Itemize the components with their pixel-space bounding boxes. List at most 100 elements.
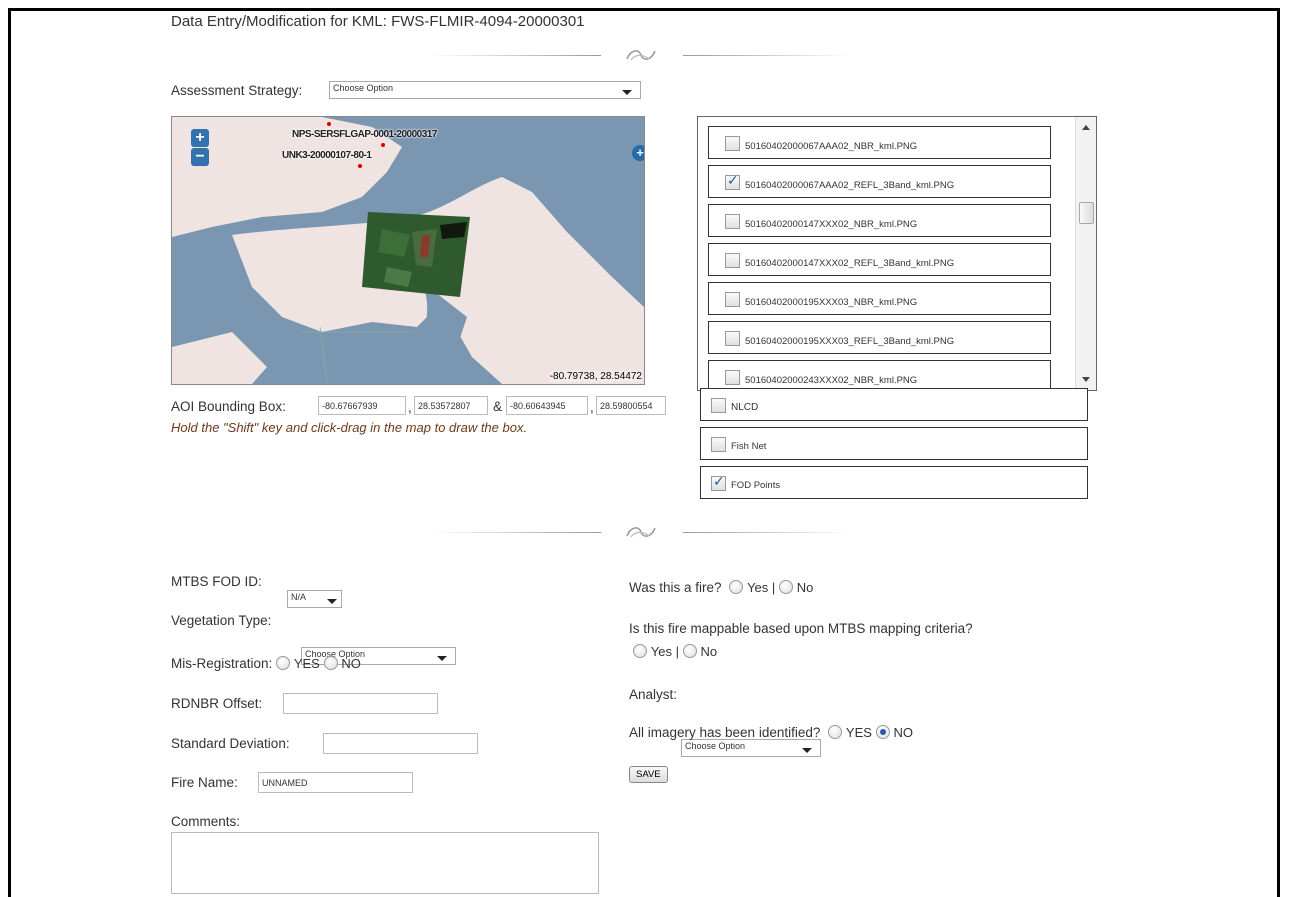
- zoom-out-button[interactable]: −: [191, 148, 209, 166]
- swirl-ornament-icon: [626, 527, 656, 538]
- radio-label: No: [700, 644, 718, 659]
- imagery-filename: 50160402000195XXX03_REFL_3Band_kml.PNG: [745, 336, 955, 347]
- nlcd-checkbox[interactable]: [711, 398, 726, 413]
- imagery-identified-no-radio[interactable]: [875, 725, 890, 739]
- list-item[interactable]: 50160402000147XXX02_NBR_kml.PNG: [708, 204, 1051, 237]
- radio-label: YES: [845, 725, 872, 740]
- aoi-west-input[interactable]: [318, 396, 406, 415]
- scroll-up-icon[interactable]: [1082, 125, 1090, 130]
- list-item[interactable]: 50160402000195XXX03_REFL_3Band_kml.PNG: [708, 321, 1051, 354]
- map-canvas[interactable]: [172, 117, 644, 384]
- comments-textarea[interactable]: [171, 832, 599, 894]
- fire-name-input[interactable]: [258, 772, 413, 793]
- fod-point-marker[interactable]: [381, 143, 385, 147]
- radio-label: No: [796, 580, 814, 595]
- fod-id-select[interactable]: N/A: [287, 590, 342, 608]
- assessment-strategy-value: Choose Option: [333, 83, 394, 93]
- fire-name-label: Fire Name:: [171, 775, 238, 790]
- fod-point-label: UNK3-20000107-80-1: [282, 150, 372, 161]
- chevron-down-icon: [327, 599, 337, 604]
- mis-registration-no-radio[interactable]: [323, 656, 338, 670]
- list-item[interactable]: 50160402000147XXX02_REFL_3Band_kml.PNG: [708, 243, 1051, 276]
- assessment-strategy-select[interactable]: Choose Option: [329, 81, 641, 99]
- imagery-filename: 50160402000147XXX02_NBR_kml.PNG: [745, 219, 918, 230]
- map-view[interactable]: + − + NPS-SERSFLGAP-0001-20000317 UNK3-2…: [171, 116, 645, 385]
- fish-net-checkbox[interactable]: [711, 437, 726, 452]
- page-frame: Data Entry/Modification for KML: FWS-FLM…: [8, 8, 1280, 897]
- mappable-row: Yes | No: [633, 644, 717, 659]
- assessment-strategy-label: Assessment Strategy:: [171, 83, 303, 98]
- imagery-checkbox[interactable]: [725, 331, 740, 346]
- radio-label: Yes |: [650, 644, 679, 659]
- radio-label: YES: [293, 656, 320, 671]
- comments-label: Comments:: [171, 814, 241, 829]
- imagery-filename: 50160402000243XXX02_NBR_kml.PNG: [745, 375, 918, 386]
- radio-label: NO: [341, 656, 361, 671]
- layer-label: FOD Points: [731, 480, 781, 491]
- imagery-identified-row: All imagery has been identified? YES NO: [629, 725, 913, 740]
- list-item[interactable]: 50160402000195XXX03_NBR_kml.PNG: [708, 282, 1051, 315]
- aoi-south-input[interactable]: [414, 396, 488, 415]
- aoi-north-input[interactable]: [596, 396, 666, 415]
- standard-deviation-input[interactable]: [323, 733, 478, 754]
- mappable-yes-radio[interactable]: [633, 644, 647, 658]
- imagery-checkbox[interactable]: [725, 253, 740, 268]
- list-item[interactable]: 50160402000243XXX02_NBR_kml.PNG: [708, 360, 1051, 390]
- imagery-checkbox[interactable]: [725, 173, 740, 190]
- layer-switcher-button[interactable]: +: [632, 145, 644, 161]
- analyst-select[interactable]: Choose Option: [681, 739, 821, 757]
- chevron-down-icon: [437, 656, 447, 661]
- layer-item-nlcd[interactable]: NLCD: [700, 388, 1088, 421]
- swirl-ornament-icon: [626, 50, 656, 61]
- chevron-down-icon: [622, 90, 632, 95]
- scroll-thumb[interactable]: [1079, 202, 1094, 224]
- ornamental-divider: [431, 522, 853, 542]
- imagery-identified-yes-radio[interactable]: [828, 725, 843, 739]
- imagery-filename: 50160402000067AAA02_REFL_3Band_kml.PNG: [745, 180, 955, 191]
- ornamental-divider: [431, 45, 853, 65]
- rdnbr-offset-input[interactable]: [283, 693, 438, 714]
- analyst-label: Analyst:: [629, 687, 678, 702]
- imagery-checkbox[interactable]: [725, 370, 740, 385]
- mappable-label: Is this fire mappable based upon MTBS ma…: [629, 621, 973, 636]
- imagery-checkbox[interactable]: [725, 292, 740, 307]
- aoi-label: AOI Bounding Box:: [171, 399, 286, 414]
- fod-point-marker[interactable]: [327, 122, 331, 126]
- layer-label: Fish Net: [731, 441, 767, 452]
- aoi-hint-text: Hold the "Shift" key and click-drag in t…: [171, 420, 528, 435]
- ampersand-separator: &: [493, 399, 503, 414]
- vegetation-type-label: Vegetation Type:: [171, 613, 272, 628]
- comma-separator: ,: [590, 400, 594, 415]
- analyst-value: Choose Option: [685, 741, 746, 751]
- was-fire-row: Was this a fire? Yes | No: [629, 580, 813, 595]
- fod-id-value: N/A: [291, 592, 307, 602]
- layer-item-fish-net[interactable]: Fish Net: [700, 427, 1088, 460]
- was-fire-label: Was this a fire?: [629, 580, 722, 595]
- fod-points-checkbox[interactable]: [711, 474, 726, 491]
- comma-separator: ,: [408, 400, 412, 415]
- imagery-checkbox[interactable]: [725, 136, 740, 151]
- scroll-down-icon[interactable]: [1082, 377, 1090, 382]
- was-fire-yes-radio[interactable]: [729, 580, 744, 594]
- layer-item-fod-points[interactable]: FOD Points: [700, 466, 1088, 499]
- list-item[interactable]: 50160402000067AAA02_NBR_kml.PNG: [708, 126, 1051, 159]
- list-item[interactable]: 50160402000067AAA02_REFL_3Band_kml.PNG: [708, 165, 1051, 198]
- was-fire-no-radio[interactable]: [779, 580, 794, 594]
- fod-point-marker[interactable]: [358, 164, 362, 168]
- map-coordinate-readout: -80.79738, 28.54472: [549, 371, 642, 382]
- mappable-no-radio[interactable]: [682, 644, 697, 658]
- aoi-east-input[interactable]: [506, 396, 588, 415]
- fod-id-label: MTBS FOD ID:: [171, 574, 262, 589]
- page-title: Data Entry/Modification for KML: FWS-FLM…: [171, 13, 585, 30]
- mis-registration-yes-radio[interactable]: [276, 656, 291, 670]
- imagery-filename: 50160402000147XXX02_REFL_3Band_kml.PNG: [745, 258, 955, 269]
- imagery-checkbox[interactable]: [725, 214, 740, 229]
- radio-label: NO: [893, 725, 913, 740]
- standard-deviation-label: Standard Deviation:: [171, 736, 290, 751]
- radio-label: Yes |: [747, 580, 776, 595]
- imagery-list-scrollbar[interactable]: [1075, 117, 1096, 390]
- zoom-in-button[interactable]: +: [191, 129, 209, 147]
- rdnbr-offset-label: RDNBR Offset:: [171, 696, 263, 711]
- imagery-list[interactable]: 50160402000067AAA02_NBR_kml.PNG 50160402…: [697, 116, 1097, 391]
- save-button[interactable]: SAVE: [629, 766, 668, 783]
